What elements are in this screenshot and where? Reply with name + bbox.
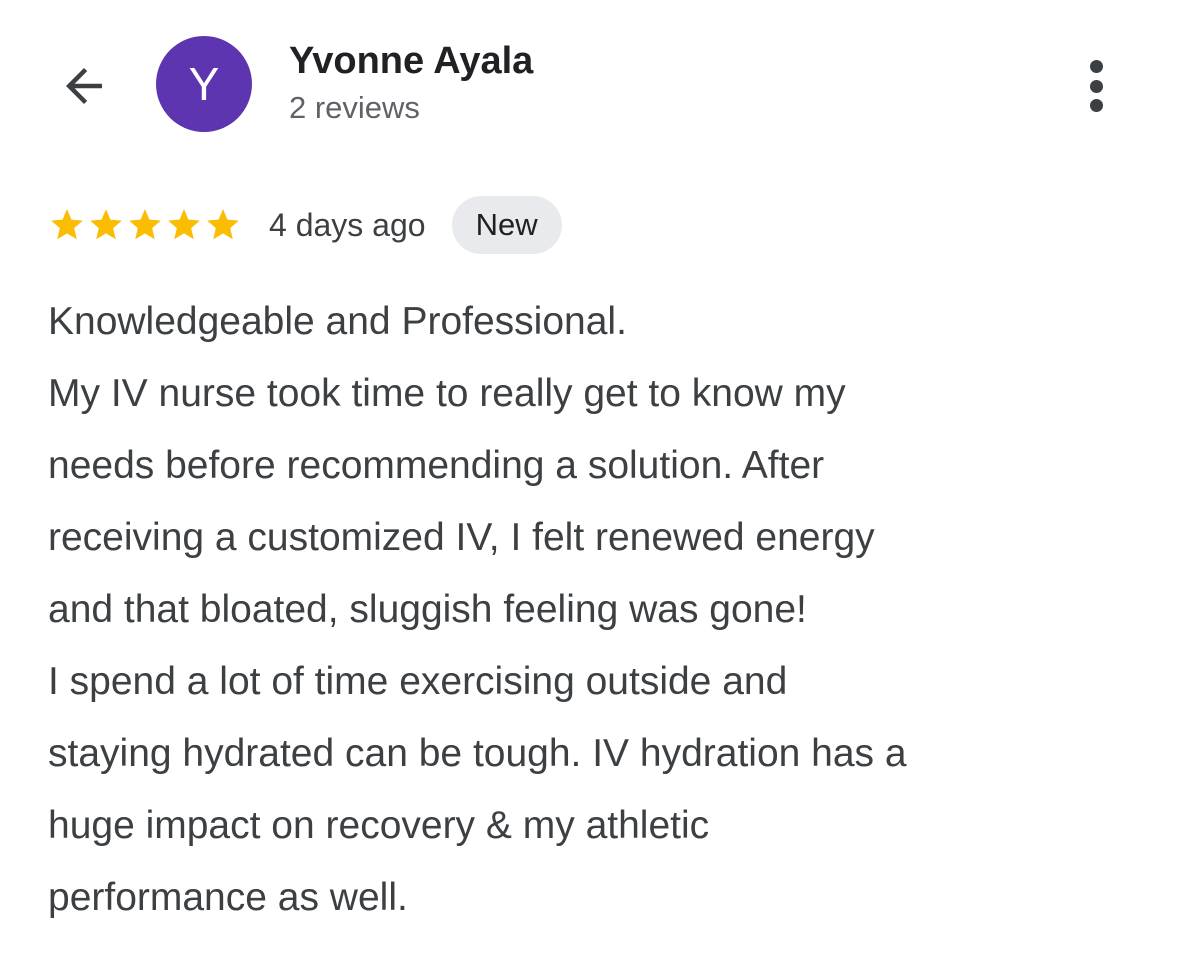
star-icon xyxy=(51,209,83,240)
star-icon xyxy=(207,209,239,240)
avatar-letter: Y xyxy=(188,58,220,110)
avatar[interactable]: Y xyxy=(156,36,252,132)
review-text-line: receiving a customized IV, I felt renewe… xyxy=(48,516,875,559)
review-text-line: Knowledgeable and Professional. xyxy=(48,300,627,343)
review-text-line: My IV nurse took time to really get to k… xyxy=(48,372,846,415)
reviewer-review-count: 2 reviews xyxy=(289,90,420,125)
new-badge: New xyxy=(451,196,562,254)
star-icon xyxy=(129,209,161,240)
review-date: 4 days ago xyxy=(269,206,426,243)
review-text-line: huge impact on recovery & my athletic xyxy=(48,804,710,847)
arrow-left-icon xyxy=(66,68,102,104)
more-vert-icon xyxy=(1089,60,1103,73)
review-text: Knowledgeable and Professional. My IV nur… xyxy=(48,286,1158,934)
review-text-line: staying hydrated can be tough. IV hydrat… xyxy=(48,732,907,775)
star-icon xyxy=(168,209,200,240)
review-header: Y Yvonne Ayala 2 reviews xyxy=(0,0,1179,170)
star-rating xyxy=(48,206,243,244)
reviewer-name[interactable]: Yvonne Ayala xyxy=(289,40,533,83)
review-text-line: I spend a lot of time exercising outside… xyxy=(48,660,788,703)
star-icon xyxy=(90,209,122,240)
review-meta: 4 days ago New xyxy=(48,196,562,254)
back-button[interactable] xyxy=(52,54,116,118)
review-text-line: performance as well. xyxy=(48,876,408,919)
more-options-button[interactable] xyxy=(1072,56,1120,116)
review-text-line: needs before recommending a solution. Af… xyxy=(48,444,825,487)
review-text-line: and that bloated, sluggish feeling was g… xyxy=(48,588,807,631)
